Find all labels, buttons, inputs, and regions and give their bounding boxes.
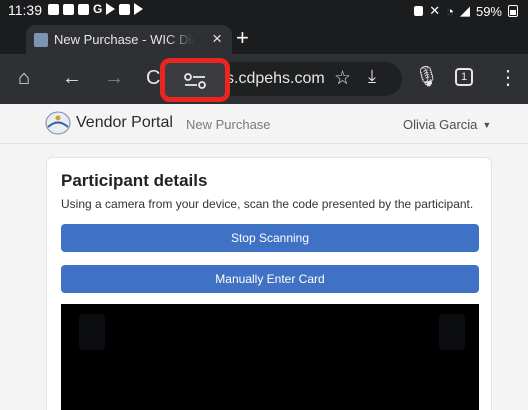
battery-icon: [508, 5, 518, 17]
wic-logo: [45, 111, 71, 135]
brand-title[interactable]: Vendor Portal: [76, 114, 173, 132]
tab-strip: New Purchase - WIC Direct V ×: [0, 22, 528, 54]
forward-icon[interactable]: →: [104, 67, 124, 89]
image-icon: [119, 3, 131, 15]
tab-switcher-button[interactable]: 1: [455, 68, 473, 86]
bookmark-star-icon[interactable]: ☆: [334, 67, 351, 90]
back-icon[interactable]: ←: [62, 67, 82, 89]
camera-scanner-view: [61, 304, 479, 410]
site-settings-button[interactable]: [160, 58, 230, 102]
url-text[interactable]: s.cdpehs.com: [226, 70, 325, 88]
signal-icon: ◢: [459, 3, 470, 18]
new-tab-icon[interactable]: +: [236, 24, 249, 52]
tab-title: New Purchase - WIC Direct V: [54, 32, 194, 47]
status-bar: 11:39 G ✕ ◔ ◢ 59%: [0, 0, 528, 22]
card-description: Using a camera from your device, scan th…: [61, 197, 474, 211]
play-icon: [106, 3, 116, 15]
user-menu[interactable]: Olivia Garcia ▼: [403, 117, 491, 132]
status-time: 11:39: [8, 2, 42, 18]
overflow-menu-icon[interactable]: ⋮: [498, 67, 518, 89]
browser-toolbar: ⌂ ← → C s.cdpehs.com ☆ ⤓ 🎙 1 ⋮: [0, 54, 528, 104]
cloud-icon: [48, 3, 59, 15]
participant-card: Participant details Using a camera from …: [46, 157, 492, 410]
camera-icon: [78, 3, 89, 15]
nav-link-new-purchase[interactable]: New Purchase: [186, 117, 271, 132]
wifi-icon: ◔: [446, 3, 454, 19]
tune-icon: [184, 73, 206, 89]
download-icon[interactable]: ⤓: [368, 66, 376, 87]
notification-icons: G: [48, 2, 144, 16]
mute-icon: ✕: [429, 3, 441, 18]
caret-down-icon: ▼: [482, 120, 492, 130]
stop-scanning-button[interactable]: Stop Scanning: [61, 224, 479, 252]
user-name: Olivia Garcia: [403, 117, 478, 132]
g-icon: G: [93, 2, 103, 16]
reload-icon[interactable]: C: [146, 67, 160, 89]
camera-artifact: [79, 314, 105, 350]
card-title: Participant details: [61, 171, 208, 190]
system-icons: ✕ ◔ ◢ 59%: [414, 3, 518, 19]
battery-percent: 59%: [475, 3, 502, 19]
favicon-icon: [34, 33, 48, 47]
manual-enter-card-button[interactable]: Manually Enter Card: [61, 265, 479, 293]
browser-tab[interactable]: New Purchase - WIC Direct V ×: [26, 25, 232, 54]
vendor-navbar: Vendor Portal New Purchase Olivia Garcia…: [0, 104, 528, 144]
lock-icon: [414, 6, 424, 16]
sim-icon: [63, 3, 74, 15]
play-icon: [134, 3, 144, 15]
microphone-icon[interactable]: 🎙: [414, 66, 439, 88]
close-tab-icon[interactable]: ×: [212, 29, 222, 49]
camera-artifact: [439, 314, 465, 350]
home-icon[interactable]: ⌂: [18, 67, 30, 89]
